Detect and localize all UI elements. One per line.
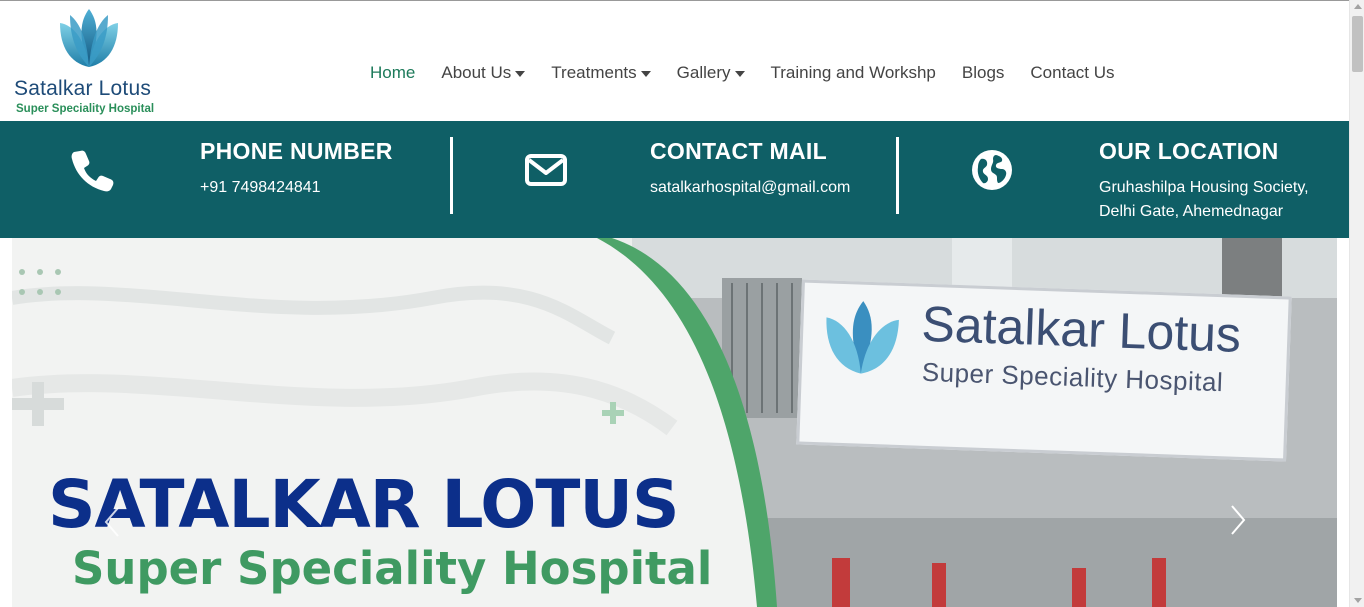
nav-label: Training and Workshp (770, 63, 936, 82)
site-logo[interactable]: Satalkar Lotus Super Speciality Hospital (14, 7, 174, 115)
phone-title: PHONE NUMBER (200, 138, 393, 164)
nav-contact-us[interactable]: Contact Us (1030, 63, 1114, 83)
nav-gallery[interactable]: Gallery (677, 63, 745, 83)
nav-training[interactable]: Training and Workshp (771, 63, 936, 83)
nav-blogs[interactable]: Blogs (962, 63, 1005, 83)
site-header: Satalkar Lotus Super Speciality Hospital… (0, 1, 1349, 121)
main-nav: Home About Us Treatments Gallery Trainin… (370, 63, 1141, 83)
hero-title: SATALKAR LOTUS (48, 466, 679, 543)
vertical-scrollbar[interactable] (1349, 0, 1364, 607)
nav-about-us[interactable]: About Us (441, 63, 526, 83)
phone-block: PHONE NUMBER +91 7498424841 (0, 121, 450, 238)
location-block: OUR LOCATION Gruhashilpa Housing Society… (899, 121, 1349, 238)
location-title: OUR LOCATION (1099, 138, 1279, 164)
logo-subtitle: Super Speciality Hospital (16, 103, 155, 115)
chevron-left-icon[interactable] (98, 502, 126, 542)
lotus-logo-icon (60, 9, 118, 67)
mail-title: CONTACT MAIL (650, 138, 827, 164)
mail-block: CONTACT MAIL satalkarhospital@gmail.com (453, 121, 896, 238)
chevron-right-icon[interactable] (1224, 500, 1252, 540)
nav-label: Blogs (961, 63, 1005, 82)
location-line-2: Delhi Gate, Ahemednagar (1099, 203, 1284, 220)
location-value: Gruhashilpa Housing Society, Delhi Gate,… (1099, 176, 1309, 224)
nav-treatments[interactable]: Treatments (551, 63, 651, 83)
nav-label: Contact Us (1030, 63, 1115, 82)
sign-subtitle: Super Speciality Hospital (921, 356, 1224, 398)
nav-home[interactable]: Home (370, 63, 415, 83)
caret-down-icon (640, 71, 651, 77)
phone-icon (71, 150, 114, 192)
globe-icon (972, 150, 1012, 190)
scroll-down-arrow-icon[interactable] (1354, 598, 1362, 603)
envelope-icon (525, 154, 567, 186)
nav-label: About Us (441, 63, 512, 82)
contact-info-bar: PHONE NUMBER +91 7498424841 CONTACT MAIL… (0, 121, 1349, 238)
mail-value[interactable]: satalkarhospital@gmail.com (650, 176, 850, 200)
hero-subtitle: Super Speciality Hospital (72, 542, 713, 595)
phone-value[interactable]: +91 7498424841 (200, 176, 321, 200)
scroll-thumb[interactable] (1352, 16, 1363, 72)
nav-label: Home (370, 63, 416, 82)
location-line-1: Gruhashilpa Housing Society, (1099, 179, 1309, 196)
lotus-logo-icon (826, 301, 899, 374)
caret-down-icon (515, 71, 526, 77)
scroll-up-arrow-icon[interactable] (1354, 4, 1362, 9)
sign-name: Satalkar Lotus (920, 295, 1242, 363)
nav-label: Treatments (551, 63, 637, 82)
hero-carousel: Satalkar Lotus Super Speciality Hospital… (12, 238, 1337, 607)
nav-label: Gallery (676, 63, 731, 82)
hospital-signboard: Satalkar Lotus Super Speciality Hospital (796, 279, 1292, 462)
logo-name: Satalkar Lotus (14, 77, 152, 100)
caret-down-icon (734, 71, 745, 77)
